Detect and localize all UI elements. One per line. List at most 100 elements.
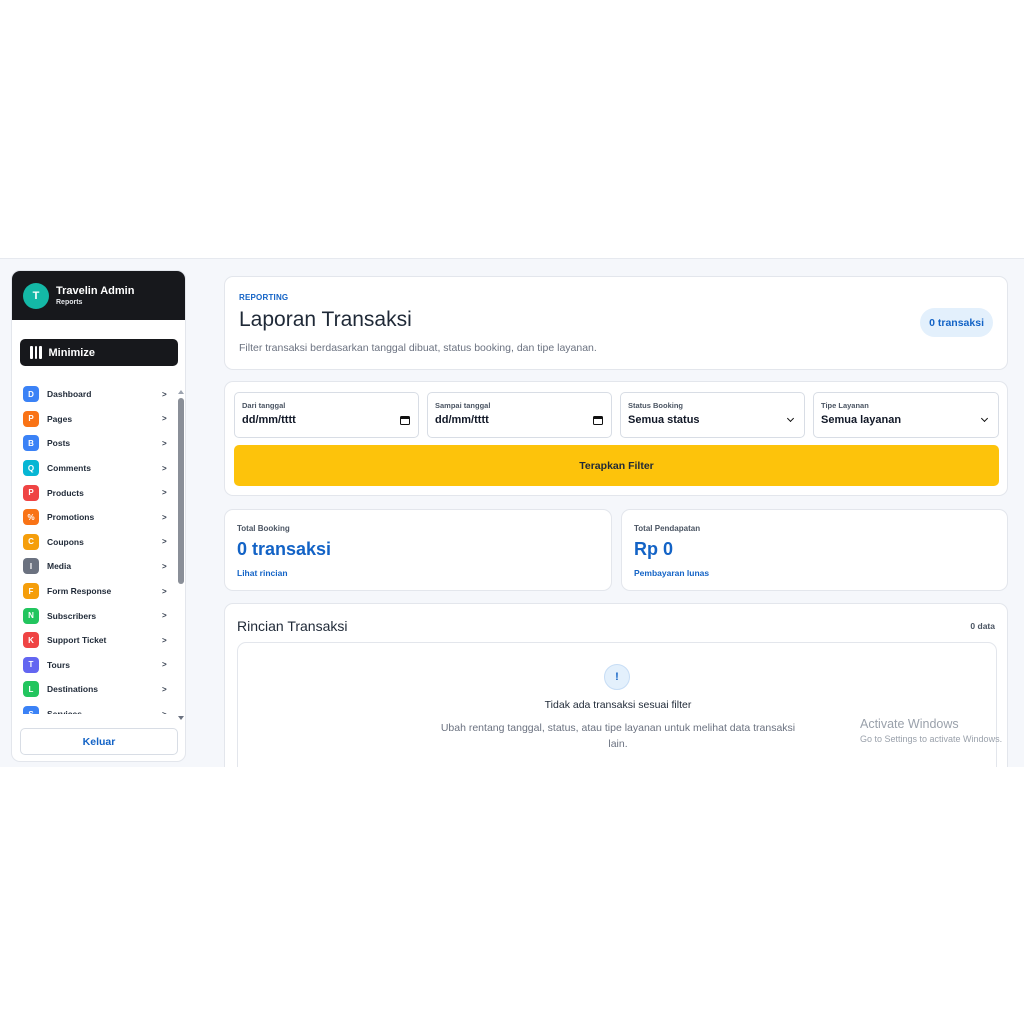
sidebar-item-letter-icon: L	[23, 681, 39, 698]
calendar-icon[interactable]	[400, 415, 410, 425]
sidebar-item-posts[interactable]: B Posts >	[12, 431, 176, 456]
sidebar-item-pages[interactable]: P Pages >	[12, 407, 176, 432]
chevron-right-icon: >	[162, 710, 176, 714]
details-count: 0 data	[970, 621, 995, 631]
date-from-value: dd/mm/tttt	[242, 414, 296, 426]
sidebar-item-form-response[interactable]: F Form Response >	[12, 579, 176, 604]
scroll-down-arrow-icon[interactable]	[178, 716, 184, 720]
menu-bars-icon	[30, 346, 42, 359]
sidebar-item-label: Coupons	[47, 536, 84, 547]
sidebar-item-label: Comments	[47, 463, 91, 474]
empty-title: Tidak ada transaksi sesuai filter	[544, 699, 692, 711]
sidebar-item-label: Dashboard	[47, 389, 92, 400]
sidebar-item-subscribers[interactable]: N Subscribers >	[12, 603, 176, 628]
section-eyebrow: REPORTING	[239, 293, 289, 302]
sidebar-item-label: Promotions	[47, 512, 95, 523]
chevron-right-icon: >	[162, 561, 167, 571]
paid-payments-link[interactable]: Pembayaran lunas	[634, 568, 709, 578]
sidebar-item-products[interactable]: P Products >	[12, 480, 176, 505]
date-from-field[interactable]: Dari tanggal dd/mm/tttt	[234, 392, 419, 438]
total-booking-card: Total Booking 0 transaksi Lihat rincian	[224, 509, 612, 591]
chevron-right-icon: >	[162, 512, 167, 522]
apply-filter-button[interactable]: Terapkan Filter	[234, 445, 999, 486]
chevron-right-icon: >	[162, 684, 167, 694]
sidebar-item-label: Media	[47, 561, 72, 572]
page-description: Filter transaksi berdasarkan tanggal dib…	[239, 342, 597, 354]
scroll-thumb[interactable]	[178, 398, 184, 584]
app-screen: T Travelin Admin Reports Minimize D Dashb…	[0, 258, 1024, 767]
scroll-up-arrow-icon[interactable]	[178, 390, 184, 394]
chevron-right-icon: >	[162, 660, 167, 670]
sidebar-item-destinations[interactable]: L Destinations >	[12, 677, 176, 702]
sidebar-item-letter-icon: Q	[23, 460, 39, 477]
chevron-right-icon: >	[162, 635, 167, 645]
chevron-right-icon: >	[162, 611, 167, 621]
sidebar-item-tours[interactable]: T Tours >	[12, 653, 176, 678]
date-to-field[interactable]: Sampai tanggal dd/mm/tttt	[427, 392, 612, 438]
sidebar-item-label: Pages	[47, 413, 73, 424]
minimize-button[interactable]: Minimize	[20, 339, 178, 366]
sidebar-item-label: Subscribers	[47, 610, 97, 621]
sidebar-item-label: Tours	[47, 659, 70, 670]
sidebar-header: T Travelin Admin Reports	[12, 271, 185, 320]
sidebar-item-label: Destinations	[47, 684, 99, 695]
empty-state: ! Tidak ada transaksi sesuai filter Ubah…	[237, 642, 997, 767]
total-revenue-value: Rp 0	[634, 539, 674, 559]
status-value: Semua status	[628, 414, 700, 426]
date-from-label: Dari tanggal	[242, 401, 286, 410]
chevron-right-icon: >	[162, 463, 167, 473]
empty-description: Ubah rentang tanggal, status, atau tipe …	[440, 722, 796, 750]
total-booking-label: Total Booking	[237, 524, 290, 533]
sidebar-item-letter-icon: P	[23, 484, 39, 501]
sidebar-item-services[interactable]: S Services>	[12, 702, 176, 714]
sidebar-item-comments[interactable]: Q Comments >	[12, 456, 176, 481]
sidebar-item-label: Products	[47, 487, 84, 498]
app-subtitle: Reports	[56, 298, 83, 306]
sidebar-item-letter-icon: %	[23, 509, 39, 526]
logout-button[interactable]: Keluar	[20, 728, 178, 755]
chevron-right-icon: >	[162, 414, 167, 424]
sidebar-scrollbar[interactable]	[177, 390, 185, 720]
sidebar-item-coupons[interactable]: C Coupons >	[12, 530, 176, 555]
chevron-right-icon: >	[162, 488, 167, 498]
view-details-link[interactable]: Lihat rincian	[237, 568, 288, 578]
calendar-icon[interactable]	[593, 415, 603, 425]
sidebar-item-label: Services	[47, 709, 162, 714]
service-type-select[interactable]: Tipe Layanan Semua layanan	[813, 392, 999, 438]
sidebar-item-letter-icon: K	[23, 632, 39, 649]
chevron-down-icon	[980, 414, 989, 423]
sidebar-item-letter-icon: N	[23, 607, 39, 624]
sidebar-item-support-ticket[interactable]: K Support Ticket >	[12, 628, 176, 653]
app-title: Travelin Admin	[56, 284, 135, 297]
windows-activation-watermark: Activate Windows Go to Settings to activ…	[860, 717, 1002, 744]
sidebar-item-promotions[interactable]: % Promotions >	[12, 505, 176, 530]
filter-card: Dari tanggal dd/mm/tttt Sampai tanggal d…	[224, 381, 1008, 496]
watermark-title: Activate Windows	[860, 717, 959, 731]
sidebar-item-label: Posts	[47, 438, 71, 449]
chevron-right-icon: >	[162, 389, 167, 399]
sidebar-menu: D Dashboard > P Pages > B Posts > Q Comments > P Prod…	[12, 382, 176, 714]
sidebar-item-letter-icon: P	[23, 410, 39, 427]
date-to-value: dd/mm/tttt	[435, 414, 489, 426]
sidebar-item-letter-icon: D	[23, 386, 39, 403]
sidebar-item-label: Form Response	[47, 586, 112, 597]
sidebar-item-label: Support Ticket	[47, 635, 107, 646]
sidebar-item-dashboard[interactable]: D Dashboard >	[12, 382, 176, 407]
report-header-card: REPORTING Laporan Transaksi Filter trans…	[224, 276, 1008, 370]
watermark-subtitle: Go to Settings to activate Windows.	[860, 734, 1003, 744]
status-label: Status Booking	[628, 401, 684, 410]
status-select[interactable]: Status Booking Semua status	[620, 392, 805, 438]
sidebar-item-letter-icon: B	[23, 435, 39, 452]
sidebar: T Travelin Admin Reports Minimize D Dashb…	[11, 270, 186, 762]
alert-icon: !	[604, 664, 630, 690]
minimize-label: Minimize	[48, 346, 95, 359]
chevron-right-icon: >	[162, 438, 167, 448]
total-revenue-label: Total Pendapatan	[634, 524, 701, 533]
sidebar-item-letter-icon: S	[23, 706, 39, 714]
total-booking-value: 0 transaksi	[237, 539, 332, 559]
sidebar-item-letter-icon: C	[23, 533, 39, 550]
chevron-right-icon: >	[162, 537, 167, 547]
chevron-right-icon: >	[162, 586, 167, 596]
sidebar-item-media[interactable]: I Media >	[12, 554, 176, 579]
sidebar-item-letter-icon: I	[23, 558, 39, 575]
